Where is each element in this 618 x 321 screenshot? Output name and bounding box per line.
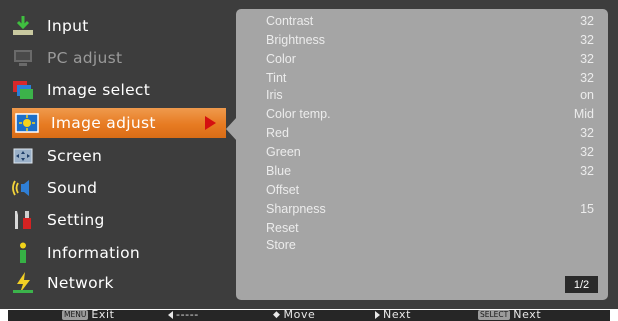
sidebar-item-image-select[interactable]: Image select: [8, 75, 224, 105]
footer-hint-bar: MENU Exit ----- ◆ Move Next SELECT Next: [8, 310, 610, 321]
menu-row-blue[interactable]: Blue 32: [266, 163, 594, 182]
hint-move-label: Move: [283, 310, 316, 321]
menu-key-icon: MENU: [62, 310, 89, 320]
sidebar-item-label: Sound: [47, 179, 98, 197]
sidebar-item-label: Information: [47, 244, 141, 262]
menu-row-color[interactable]: Color 32: [266, 51, 594, 70]
row-value: 32: [580, 71, 594, 85]
image-select-icon: [10, 77, 36, 103]
row-label: Tint: [266, 71, 287, 85]
setting-icon: [10, 207, 36, 233]
right-arrow-icon: [375, 310, 380, 319]
row-value: on: [580, 88, 594, 102]
image-adjust-panel: Contrast 32 Brightness 32 Color 32 Tint …: [236, 9, 608, 300]
sidebar-item-label: PC adjust: [47, 49, 123, 67]
hint-select-next: SELECT Next: [478, 310, 541, 321]
row-value: 32: [580, 33, 594, 47]
row-label: Offset: [266, 183, 300, 197]
hint-move: ◆ Move: [273, 310, 315, 321]
row-label: Color temp.: [266, 107, 331, 121]
row-label: Green: [266, 145, 301, 159]
sidebar-item-label: Image adjust: [51, 114, 156, 132]
left-arrow-icon: [168, 310, 173, 319]
row-label: Store: [266, 238, 296, 252]
row-label: Sharpness: [266, 202, 326, 216]
row-label: Blue: [266, 164, 292, 178]
sidebar-item-image-adjust[interactable]: Image adjust: [12, 108, 226, 138]
sidebar-item-input[interactable]: Input: [8, 11, 224, 41]
hint-select-next-label: Next: [513, 310, 542, 321]
row-label: Reset: [266, 221, 299, 235]
hint-back: -----: [168, 310, 199, 321]
menu-row-brightness[interactable]: Brightness 32: [266, 32, 594, 51]
row-value: 15: [580, 202, 594, 216]
menu-row-store[interactable]: Store: [266, 237, 594, 256]
row-label: Color: [266, 52, 296, 66]
row-label: Red: [266, 126, 289, 140]
row-label: Brightness: [266, 33, 326, 47]
pc-adjust-icon: [10, 45, 36, 71]
screen-icon: [10, 143, 36, 169]
menu-row-iris[interactable]: Iris on: [266, 87, 594, 106]
sidebar-item-setting[interactable]: Setting: [8, 205, 224, 235]
menu-row-contrast[interactable]: Contrast 32: [266, 13, 594, 32]
sidebar-item-label: Screen: [47, 147, 103, 165]
row-label: Iris: [266, 88, 283, 102]
select-key-icon: SELECT: [478, 310, 511, 320]
sidebar: Input PC adjust Image select Image adjus…: [4, 9, 228, 299]
up-down-arrow-icon: ◆: [273, 310, 281, 320]
hint-next: Next: [375, 310, 411, 321]
selection-arrow-icon: [205, 116, 216, 130]
menu-row-red[interactable]: Red 32: [266, 125, 594, 144]
row-value: 32: [580, 14, 594, 28]
row-label: Contrast: [266, 14, 314, 28]
menu-row-offset[interactable]: Offset: [266, 182, 594, 201]
menu-row-green[interactable]: Green 32: [266, 144, 594, 163]
sidebar-item-label: Image select: [47, 81, 151, 99]
row-value: 32: [580, 164, 594, 178]
hint-back-label: -----: [176, 310, 199, 321]
hint-exit: MENU Exit: [62, 310, 115, 321]
sidebar-item-information[interactable]: Information: [8, 238, 224, 268]
information-icon: [10, 240, 36, 266]
row-value: 32: [580, 126, 594, 140]
network-icon: [10, 270, 36, 296]
row-value: Mid: [573, 107, 594, 121]
sidebar-item-sound[interactable]: Sound: [8, 173, 224, 203]
input-icon: [10, 13, 36, 39]
row-value: 32: [580, 52, 594, 66]
menu-row-color-temp[interactable]: Color temp. Mid: [266, 106, 594, 125]
hint-exit-label: Exit: [91, 310, 115, 321]
sidebar-item-screen[interactable]: Screen: [8, 141, 224, 171]
menu-row-sharpness[interactable]: Sharpness 15: [266, 201, 594, 220]
sidebar-item-pc-adjust[interactable]: PC adjust: [8, 43, 224, 73]
sidebar-item-label: Setting: [47, 211, 105, 229]
hint-next-label: Next: [383, 310, 412, 321]
sound-icon: [10, 175, 36, 201]
row-value: 32: [580, 145, 594, 159]
sidebar-item-label: Input: [47, 17, 89, 35]
sidebar-item-label: Network: [47, 274, 114, 292]
page-indicator: 1/2: [565, 276, 598, 293]
sidebar-item-network[interactable]: Network: [8, 268, 224, 298]
image-adjust-icon: [14, 110, 40, 136]
